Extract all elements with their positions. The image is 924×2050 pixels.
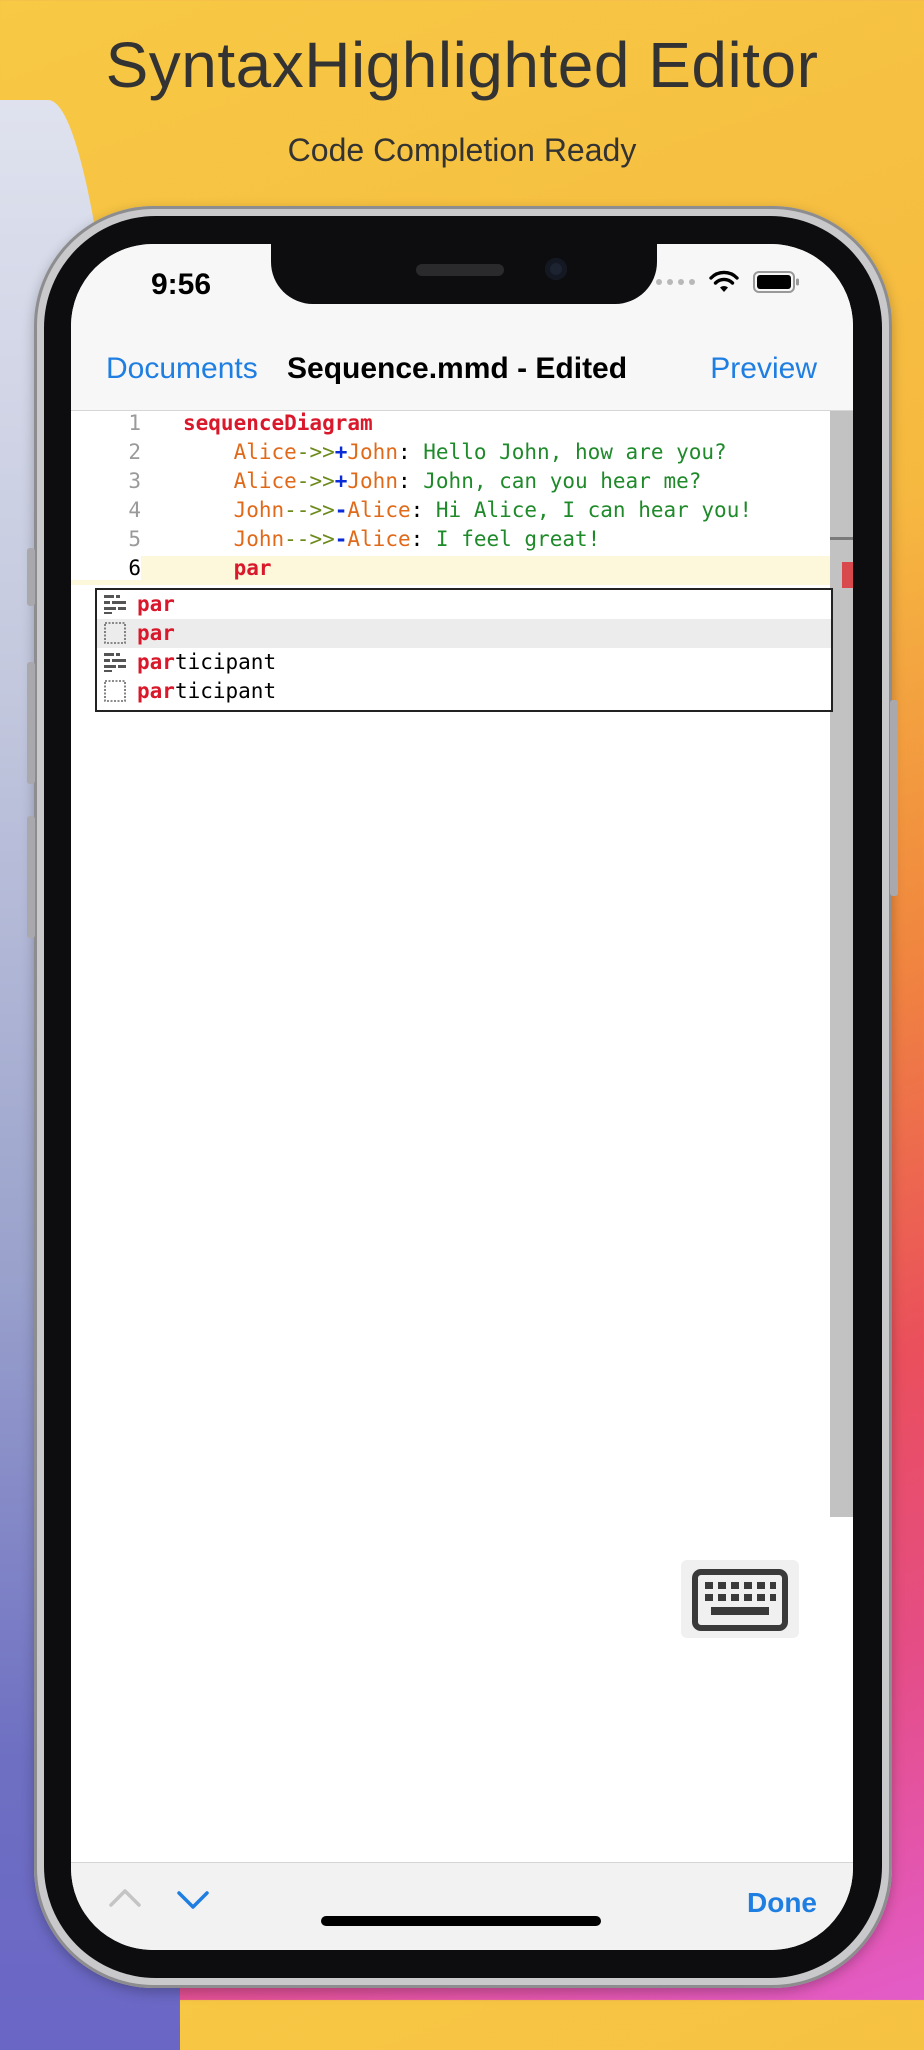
line-number: 3 (128, 469, 141, 493)
battery-icon (753, 271, 799, 293)
completion-label: par (137, 621, 175, 645)
code-token: - (334, 498, 348, 522)
document-title: Sequence.mmd - Edited (287, 352, 628, 385)
code-token: -->> (284, 527, 335, 551)
volume-up-button (27, 662, 35, 784)
code-line[interactable]: 4 John-->>-Alice: Hi Alice, I can hear y… (71, 498, 831, 527)
completion-item[interactable]: participant (97, 648, 831, 677)
code-token: - (334, 527, 348, 551)
wifi-icon (709, 270, 739, 292)
cellular-signal-icon (656, 279, 695, 285)
code-token: I feel great! (435, 527, 601, 551)
navigation-bar: Documents Sequence.mmd - Edited Preview (71, 324, 853, 411)
hide-keyboard-button[interactable] (681, 1560, 799, 1638)
code-line[interactable]: 6 par (71, 556, 831, 585)
completion-match: par (137, 650, 175, 674)
line-code: John-->>-Alice: I feel great! (183, 527, 601, 551)
code-line[interactable]: 1 sequenceDiagram (71, 411, 831, 440)
keyboard-icon (692, 1569, 788, 1631)
home-indicator (321, 1916, 601, 1926)
code-token: : (397, 469, 424, 493)
chevron-up-icon[interactable] (107, 1881, 143, 1917)
scrollbar-error-marker (842, 562, 853, 588)
completion-label: participant (137, 679, 276, 703)
documents-button[interactable]: Documents (106, 352, 258, 386)
line-number: 4 (128, 498, 141, 522)
code-token: John (233, 498, 285, 522)
line-number: 6 (71, 556, 141, 580)
status-icons (656, 270, 801, 294)
code-token: John, can you hear me? (423, 469, 702, 493)
notch (271, 244, 657, 304)
completion-label: par (137, 592, 175, 616)
keyword-icon (103, 622, 127, 644)
code-token: Alice (233, 469, 297, 493)
line-number: 1 (128, 411, 141, 435)
code-line[interactable]: 2 Alice->>+John: Hello John, how are you… (71, 440, 831, 469)
code-token: John (233, 527, 285, 551)
editor-toolbar: Done (71, 1862, 853, 1950)
completion-popup: par par participant participant (95, 588, 833, 712)
code-token: Alice (347, 527, 411, 551)
line-code: Alice->>+John: Hello John, how are you? (183, 440, 727, 464)
power-button (890, 700, 898, 896)
code-token: : (397, 440, 424, 464)
code-token: ->> (296, 469, 335, 493)
code-token: ->> (296, 440, 335, 464)
line-number: 5 (128, 527, 141, 551)
completion-label: participant (137, 650, 276, 674)
completion-match: par (137, 679, 175, 703)
completion-item[interactable]: par (97, 619, 831, 648)
completion-rest: ticipant (174, 650, 277, 674)
code-token: Alice (347, 498, 411, 522)
line-code: sequenceDiagram (183, 411, 373, 435)
line-code: John-->>-Alice: Hi Alice, I can hear you… (183, 498, 752, 522)
status-time: 9:56 (151, 268, 212, 301)
completion-item[interactable]: participant (97, 677, 831, 706)
keyword-icon (103, 680, 127, 702)
promo-subtitle: Code Completion Ready (287, 132, 637, 168)
promo-title: SyntaxHighlighted Editor (105, 29, 819, 101)
device-screen: 9:56 Documents Sequence.mmd - Edited Pre… (71, 244, 853, 1950)
completion-match: par (137, 592, 175, 616)
preview-button[interactable]: Preview (710, 352, 817, 386)
scrollbar-marker (830, 537, 853, 540)
code-token: -->> (284, 498, 335, 522)
code-token: John (347, 469, 398, 493)
snippet-icon (103, 593, 127, 615)
completion-match: par (137, 621, 175, 645)
completion-item[interactable]: par (97, 590, 831, 619)
front-camera (545, 258, 567, 280)
mute-switch (27, 548, 35, 606)
code-token: : (410, 527, 436, 551)
chevron-down-icon[interactable] (175, 1881, 211, 1917)
snippet-icon (103, 651, 127, 673)
code-token: + (334, 440, 348, 464)
volume-down-button (27, 816, 35, 938)
code-token: par (233, 556, 272, 580)
code-token: + (334, 469, 348, 493)
completion-rest: ticipant (174, 679, 277, 703)
done-button[interactable]: Done (747, 1887, 817, 1919)
code-token: Hello John, how are you? (423, 440, 727, 464)
code-token: : (410, 498, 436, 522)
speaker-grille (416, 264, 504, 276)
code-token: Hi Alice, I can hear you! (435, 498, 752, 522)
line-code: Alice->>+John: John, can you hear me? (183, 469, 702, 493)
line-number: 2 (128, 440, 141, 464)
code-line[interactable]: 3 Alice->>+John: John, can you hear me? (71, 469, 831, 498)
line-code: par (183, 556, 272, 580)
code-line[interactable]: 5 John-->>-Alice: I feel great! (71, 527, 831, 556)
code-token: sequenceDiagram (183, 411, 373, 435)
code-token: John (347, 440, 398, 464)
code-token: Alice (233, 440, 297, 464)
